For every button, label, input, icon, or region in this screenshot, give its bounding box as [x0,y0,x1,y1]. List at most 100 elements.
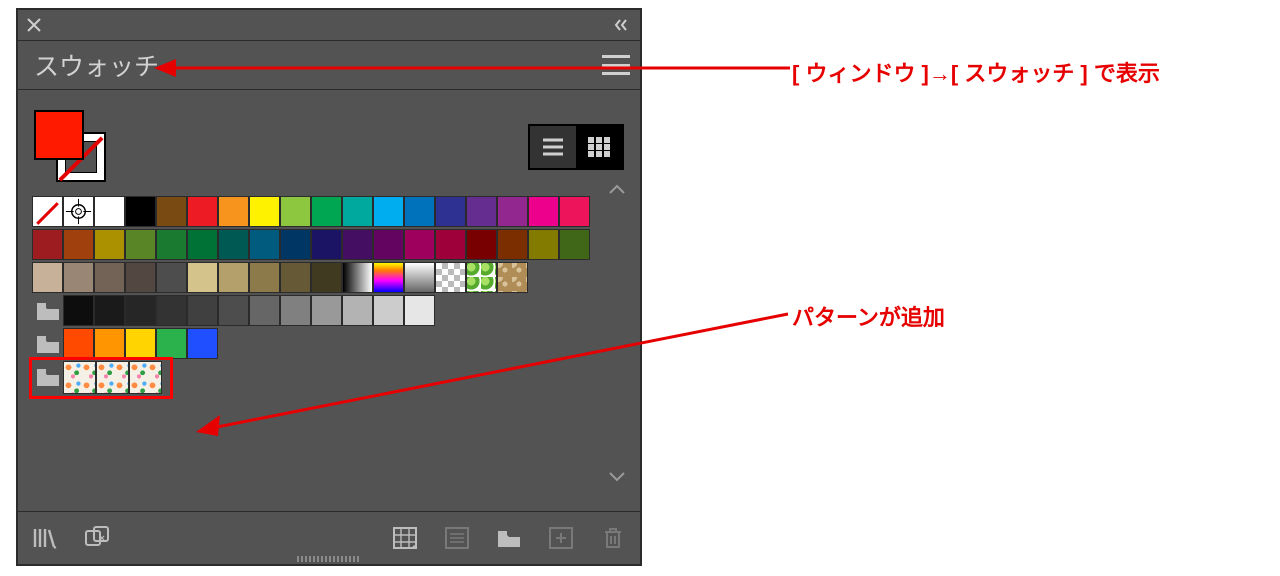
chevron-down-icon[interactable] [608,470,626,482]
swatch-none[interactable] [32,196,63,227]
swatch-list-icon[interactable] [440,521,474,555]
swatch[interactable] [187,328,218,359]
swatch[interactable] [63,262,94,293]
swatch[interactable] [156,262,187,293]
swatch[interactable] [32,262,63,293]
swatch[interactable] [404,295,435,326]
swatch[interactable] [311,229,342,260]
swatch[interactable] [404,196,435,227]
chevron-up-icon[interactable] [608,184,626,196]
swatches-panel: スウォッチ [16,8,642,566]
swatch[interactable] [280,262,311,293]
swatch[interactable] [373,196,404,227]
grid-view-button[interactable] [576,126,622,168]
swatch-libraries-icon[interactable] [28,521,62,555]
swatch[interactable] [63,295,94,326]
new-color-group-icon[interactable] [492,521,526,555]
swatch[interactable] [94,328,125,359]
swatch[interactable] [125,196,156,227]
swatch-grid [32,196,626,396]
swatch[interactable] [404,262,435,293]
swatch[interactable] [435,229,466,260]
swatch[interactable] [63,229,94,260]
swatch[interactable] [435,196,466,227]
swatch[interactable] [528,229,559,260]
swatch[interactable] [311,196,342,227]
swatch[interactable] [249,262,280,293]
swatch[interactable] [218,262,249,293]
swatch[interactable] [280,196,311,227]
swatch[interactable] [32,229,63,260]
new-swatch-icon[interactable] [544,521,578,555]
swatch[interactable] [156,229,187,260]
swatch[interactable] [280,295,311,326]
swatch-row-grays [32,295,626,326]
swatch[interactable] [373,229,404,260]
list-view-button[interactable] [530,126,576,168]
swatch[interactable] [156,328,187,359]
swatch-registration[interactable] [63,196,94,227]
swatch-row-patterns [32,361,626,394]
swatch-row [32,229,626,260]
swatch[interactable] [218,196,249,227]
swatch[interactable] [342,196,373,227]
folder-icon[interactable] [32,361,63,392]
swatch[interactable] [156,295,187,326]
pattern-swatch[interactable] [96,361,129,394]
panel-menu-icon[interactable] [602,55,630,75]
swatch[interactable] [249,229,280,260]
swatch[interactable] [187,229,218,260]
swatches-tab[interactable]: スウォッチ [28,43,165,87]
callout-title: [ ウィンドウ ]→[ スウォッチ ] で表示 [792,56,1160,88]
swatch[interactable] [249,196,280,227]
swatch[interactable] [404,229,435,260]
swatch[interactable] [125,229,156,260]
swatch[interactable] [94,262,125,293]
pattern-swatch[interactable] [129,361,162,394]
swatch[interactable] [156,196,187,227]
swatch[interactable] [125,328,156,359]
swatch-row-brights [32,328,626,359]
folder-icon[interactable] [32,328,63,359]
swatch-options-icon[interactable] [388,521,422,555]
swatch[interactable] [125,295,156,326]
swatch[interactable] [342,229,373,260]
swatch[interactable] [280,229,311,260]
swatch[interactable] [218,229,249,260]
swatch[interactable] [497,229,528,260]
swatch[interactable] [311,262,342,293]
swatch[interactable] [466,262,497,293]
swatch[interactable] [373,295,404,326]
swatch[interactable] [94,295,125,326]
swatch[interactable] [187,295,218,326]
swatch[interactable] [218,295,249,326]
swatch[interactable] [311,295,342,326]
swatch[interactable] [528,196,559,227]
swatch[interactable] [94,229,125,260]
swatch[interactable] [249,295,280,326]
swatch[interactable] [63,328,94,359]
swatch[interactable] [342,262,373,293]
swatch[interactable] [466,229,497,260]
swatch[interactable] [559,229,590,260]
swatch[interactable] [94,196,125,227]
fill-stroke-indicator[interactable] [34,110,108,184]
show-swatch-kinds-icon[interactable] [80,521,114,555]
delete-swatch-icon[interactable] [596,521,630,555]
swatch[interactable] [187,196,218,227]
fill-swatch[interactable] [34,110,84,160]
swatch[interactable] [497,262,528,293]
collapse-icon[interactable] [614,18,632,32]
swatch[interactable] [342,295,373,326]
swatch[interactable] [187,262,218,293]
swatch[interactable] [497,196,528,227]
close-icon[interactable] [26,17,42,33]
swatch[interactable] [373,262,404,293]
resize-grip[interactable] [297,556,361,562]
swatch[interactable] [466,196,497,227]
folder-icon[interactable] [32,295,63,326]
swatch[interactable] [435,262,466,293]
swatch[interactable] [559,196,590,227]
pattern-swatch[interactable] [63,361,96,394]
swatch[interactable] [125,262,156,293]
